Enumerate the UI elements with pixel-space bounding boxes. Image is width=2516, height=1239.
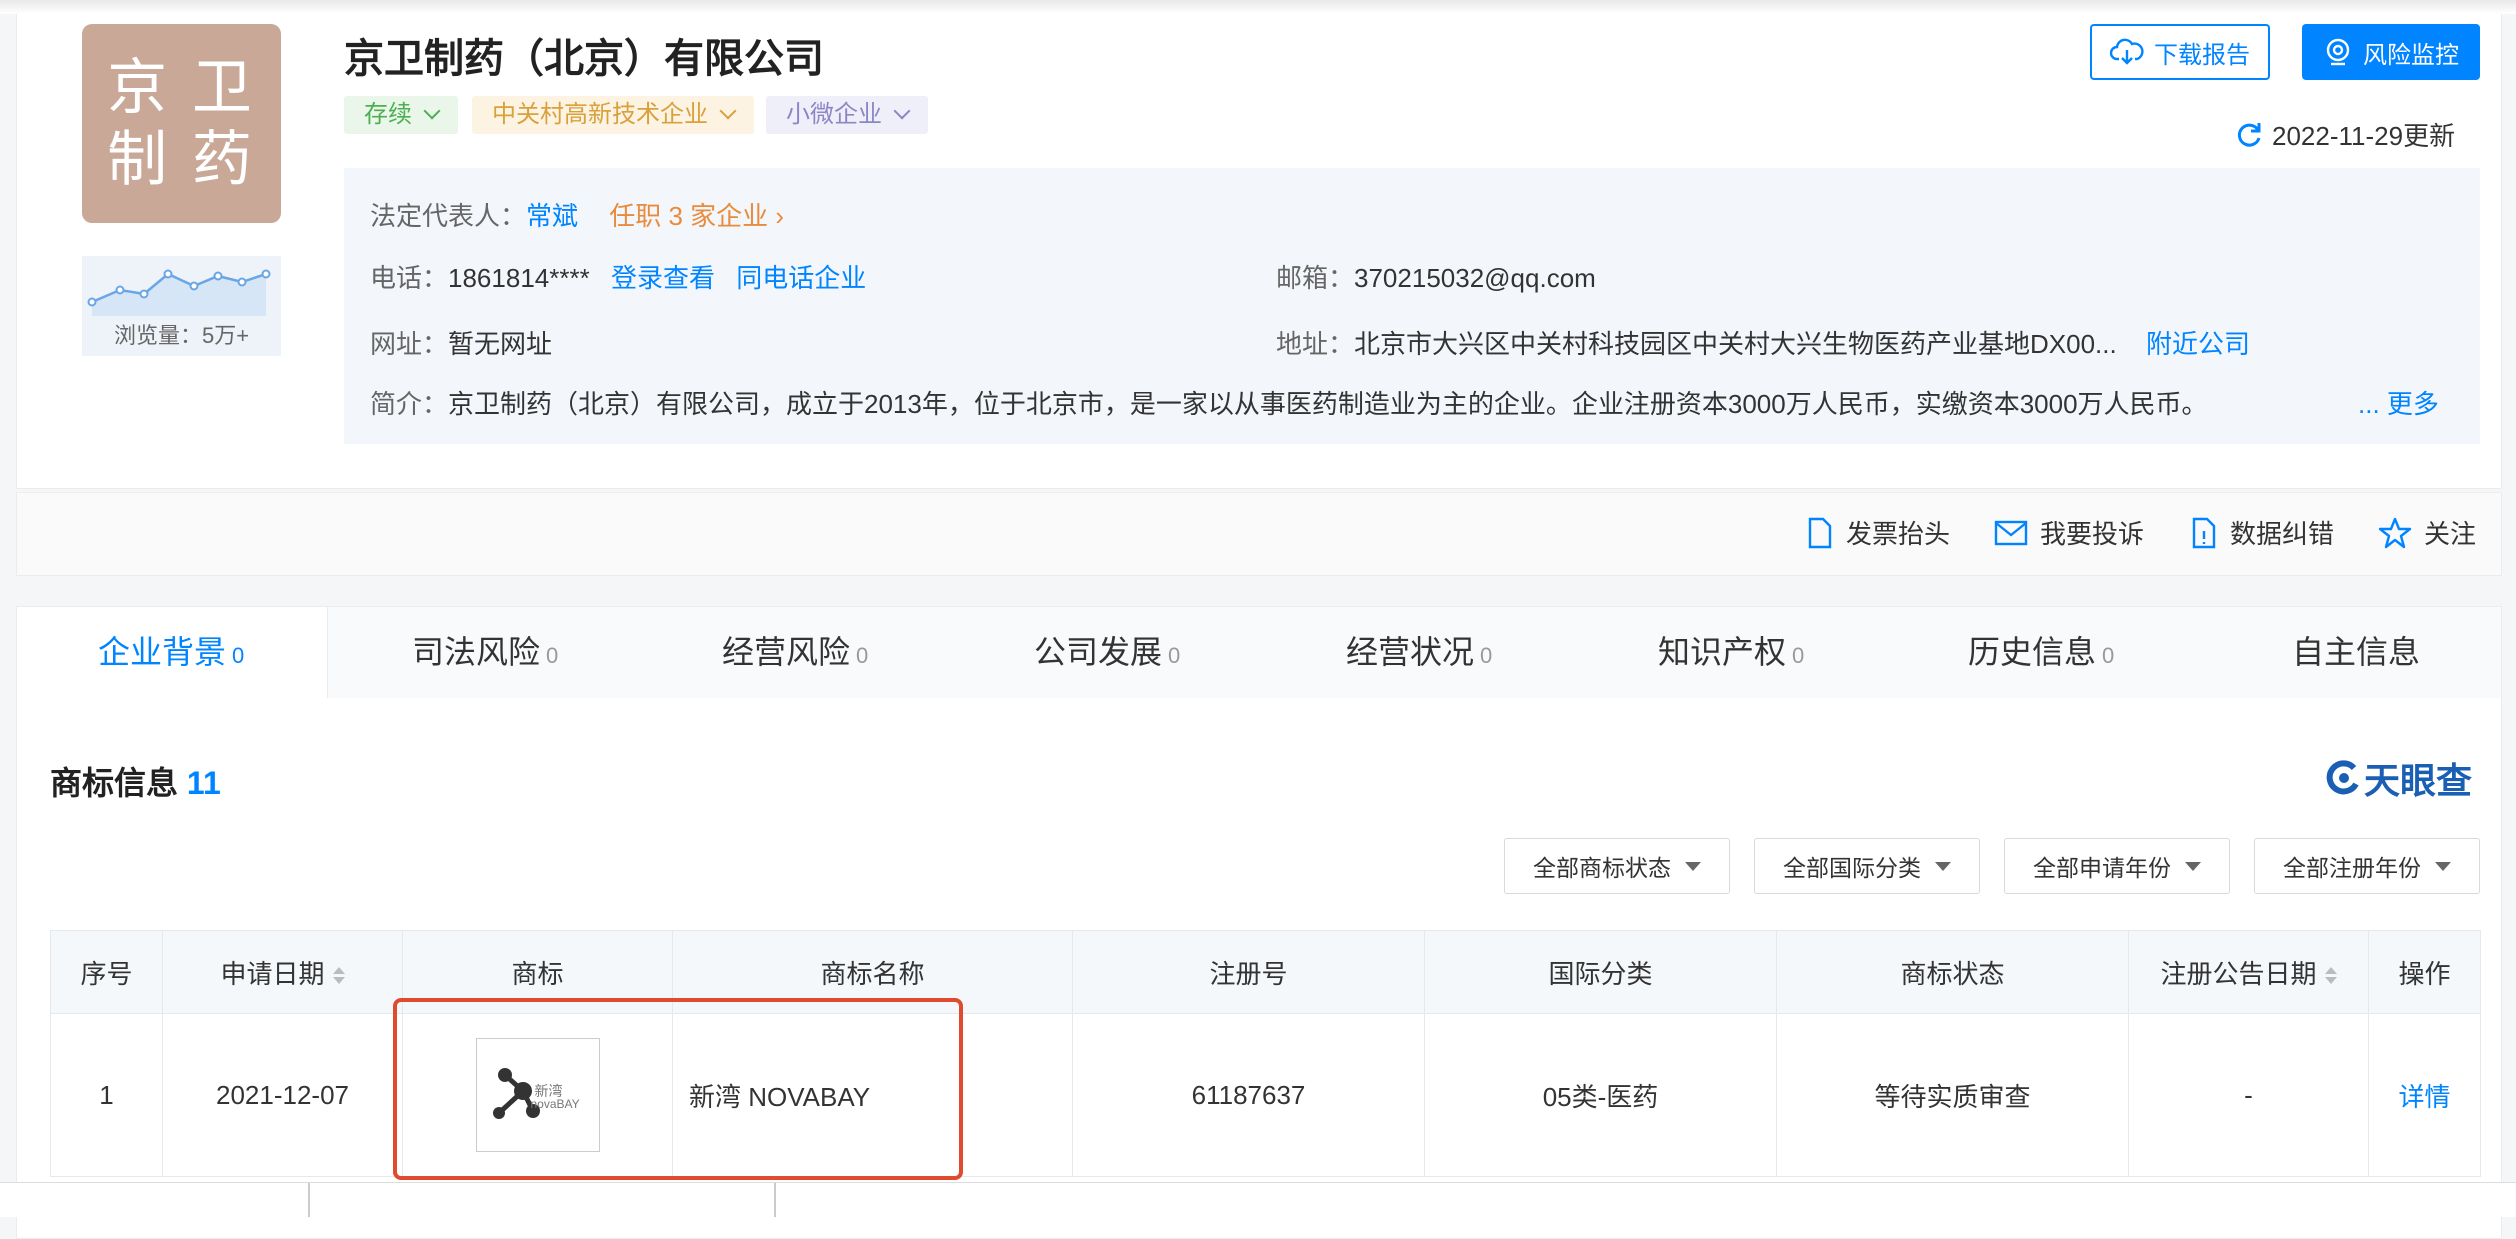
status-tag-zgc[interactable]: 中关村高新技术企业 xyxy=(472,96,754,134)
col-reg-no: 注册号 xyxy=(1072,930,1425,1014)
logo-text-line2: 制 药 xyxy=(107,126,256,193)
company-logo: 京 卫 制 药 xyxy=(82,24,281,223)
tab-judicial-risk[interactable]: 司法风险 0 xyxy=(412,608,558,696)
address-value: 北京市大兴区中关村科技园区中关村大兴生物医药产业基地DX00... xyxy=(1354,329,2117,359)
views-count: 浏览量：5万+ xyxy=(113,323,250,348)
data-correction-action[interactable]: 数据纠错 xyxy=(2190,514,2334,551)
cell-status: 等待实质审查 xyxy=(1776,1013,2129,1177)
nearby-companies-link[interactable]: 附近公司 xyxy=(2146,329,2250,359)
col-pub-date[interactable]: 注册公告日期 xyxy=(2128,930,2369,1014)
views-box: 浏览量：5万+ xyxy=(82,256,281,356)
header-shadow-line xyxy=(0,0,2516,14)
tab-self-info[interactable]: 自主信息 xyxy=(2292,608,2426,696)
intro-text: 京卫制药（北京）有限公司，成立于2013年，位于北京市，是一家以从事医药制造业为… xyxy=(448,389,2208,419)
website-row: 网址：暂无网址 xyxy=(370,329,553,359)
cell-index: 1 xyxy=(50,1013,163,1177)
sort-icon[interactable] xyxy=(332,967,345,985)
cell-action: 详情 xyxy=(2368,1013,2481,1177)
tab-operation-risk[interactable]: 经营风险 0 xyxy=(722,608,868,696)
filter-trademark-status[interactable]: 全部商标状态 xyxy=(1504,838,1730,894)
mail-icon xyxy=(1994,520,2028,545)
col-index: 序号 xyxy=(50,930,163,1014)
download-report-button[interactable]: 下载报告 xyxy=(2090,24,2270,80)
filter-application-year[interactable]: 全部申请年份 xyxy=(2004,838,2230,894)
complaint-action[interactable]: 我要投诉 xyxy=(1994,514,2144,551)
refresh-icon[interactable] xyxy=(2234,120,2264,150)
legal-rep-link[interactable]: 常斌 xyxy=(526,201,578,231)
status-tag-active[interactable]: 存续 xyxy=(344,96,458,134)
invoice-title-action[interactable]: 发票抬头 xyxy=(1806,514,1950,551)
update-time: 2022-11-29更新 xyxy=(2234,116,2455,153)
detail-link[interactable]: 详情 xyxy=(2398,1082,2450,1112)
intro-more-link[interactable]: ... 更多 xyxy=(2358,384,2439,421)
filter-international-class[interactable]: 全部国际分类 xyxy=(1754,838,1980,894)
phone-login-link[interactable]: 登录查看 xyxy=(611,263,715,293)
col-apply-date[interactable]: 申请日期 xyxy=(162,930,403,1014)
tab-operation-status[interactable]: 经营状况 0 xyxy=(1346,608,1492,696)
tianyancha-logo-icon xyxy=(2326,760,2359,795)
col-status: 商标状态 xyxy=(1776,930,2129,1014)
trademark-count: 11 xyxy=(186,765,221,801)
phone-row: 电话：1861814**** 登录查看 同电话企业 xyxy=(370,263,867,293)
phone-value: 1861814**** xyxy=(448,263,590,293)
document-icon xyxy=(1808,517,1832,548)
follow-action[interactable]: 关注 xyxy=(2378,514,2476,551)
highlight-box xyxy=(393,998,963,1180)
tab-company-background[interactable]: 企业背景 0 xyxy=(98,608,244,696)
cell-intl-class: 05类-医药 xyxy=(1424,1013,1777,1177)
cell-reg-no: 61187637 xyxy=(1072,1013,1425,1177)
logo-text-line1: 京 卫 xyxy=(107,54,256,121)
trademark-title: 商标信息 11 xyxy=(50,765,221,801)
risk-monitor-button[interactable]: 风险监控 xyxy=(2302,24,2480,80)
legal-rep-jobs-link[interactable]: 任职 3 家企业 › xyxy=(609,201,784,231)
legal-rep-row: 法定代表人：常斌 任职 3 家企业 › xyxy=(370,201,785,231)
email-row: 邮箱：370215032@qq.com xyxy=(1276,263,1596,293)
website-value: 暂无网址 xyxy=(448,329,553,359)
bottom-strip xyxy=(0,1182,2516,1217)
status-tag-small[interactable]: 小微企业 xyxy=(766,96,928,134)
same-phone-link[interactable]: 同电话企业 xyxy=(736,263,866,293)
col-intl-class: 国际分类 xyxy=(1424,930,1777,1014)
company-name: 京卫制药（北京）有限公司 xyxy=(344,37,824,81)
address-row: 地址：北京市大兴区中关村科技园区中关村大兴生物医药产业基地DX00... 附近公… xyxy=(1276,329,2250,359)
cell-pub-date: - xyxy=(2128,1013,2369,1177)
intro-row: 简介：京卫制药（北京）有限公司，成立于2013年，位于北京市，是一家以从事医药制… xyxy=(370,389,2208,419)
monitor-icon xyxy=(2326,38,2350,66)
views-sparkline xyxy=(87,269,271,316)
filter-registration-year[interactable]: 全部注册年份 xyxy=(2254,838,2480,894)
tianyancha-brand: 天眼查 xyxy=(2324,752,2472,804)
tab-company-development[interactable]: 公司发展 0 xyxy=(1034,608,1180,696)
cloud-download-icon xyxy=(2110,38,2144,65)
col-action: 操作 xyxy=(2368,930,2481,1014)
tabs-bar xyxy=(16,606,2502,700)
cell-apply-date: 2021-12-07 xyxy=(162,1013,403,1177)
document-edit-icon xyxy=(2192,517,2216,548)
star-icon xyxy=(2378,517,2412,548)
sort-icon[interactable] xyxy=(2324,967,2337,985)
tab-intellectual-property[interactable]: 知识产权 0 xyxy=(1658,608,1804,696)
tab-history[interactable]: 历史信息 0 xyxy=(1968,608,2114,696)
email-value[interactable]: 370215032@qq.com xyxy=(1354,263,1596,293)
